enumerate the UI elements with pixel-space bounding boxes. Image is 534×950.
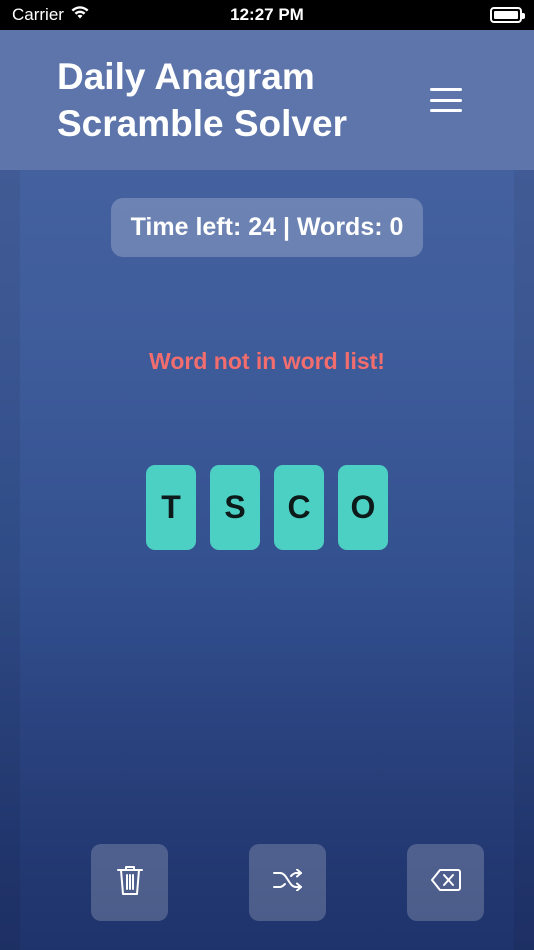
battery-fill (494, 11, 518, 19)
letter-tile[interactable]: O (338, 465, 388, 550)
hamburger-menu-icon[interactable] (430, 88, 462, 112)
right-shade (514, 170, 534, 950)
clear-button[interactable] (91, 844, 168, 921)
carrier-label: Carrier (12, 5, 64, 24)
letter-tiles: T S C O (0, 465, 534, 550)
left-shade (0, 170, 20, 950)
letter-tile[interactable]: T (146, 465, 196, 550)
letter-tile[interactable]: C (274, 465, 324, 550)
menu-line (430, 98, 462, 102)
trash-icon (116, 864, 144, 901)
shuffle-button[interactable] (249, 844, 326, 921)
app-screen: Carrier 12:27 PM Daily Anagram Scramble … (0, 0, 534, 950)
app-header: Daily Anagram Scramble Solver (0, 30, 534, 170)
menu-line (430, 88, 462, 91)
menu-line (430, 109, 462, 112)
shuffle-icon (272, 868, 303, 896)
status-left: Carrier (12, 5, 90, 25)
wifi-icon (70, 5, 90, 25)
stats-badge: Time left: 24 | Words: 0 (111, 198, 423, 257)
letter-tile[interactable]: S (210, 465, 260, 550)
battery-icon (490, 7, 525, 23)
backspace-icon (430, 869, 461, 896)
page-title: Daily Anagram Scramble Solver (57, 56, 347, 144)
status-bar: Carrier 12:27 PM (0, 0, 534, 30)
backspace-button[interactable] (407, 844, 484, 921)
feedback-message: Word not in word list! (149, 348, 385, 374)
